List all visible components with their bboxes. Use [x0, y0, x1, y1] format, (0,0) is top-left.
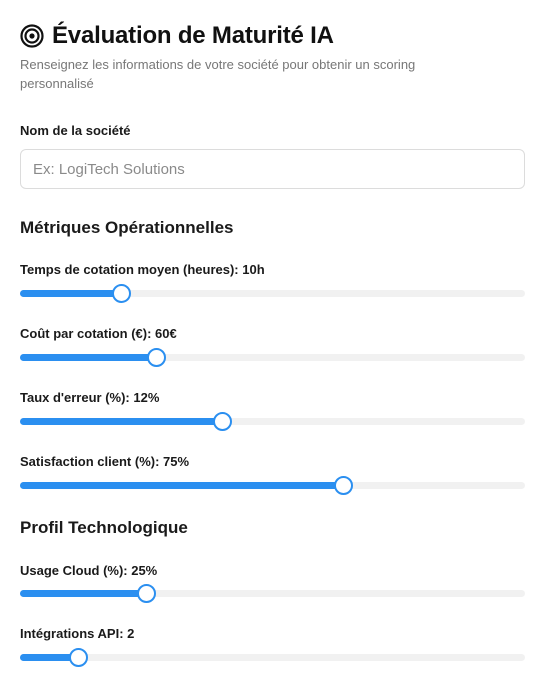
- slider-label-error-rate: Taux d'erreur (%): 12%: [20, 390, 160, 405]
- slider-thumb[interactable]: [333, 476, 353, 495]
- slider-fill: [20, 290, 121, 297]
- target-icon: [20, 24, 44, 48]
- slider-thumb[interactable]: [212, 412, 232, 431]
- page-subtitle: Renseignez les informations de votre soc…: [20, 57, 416, 91]
- section-title-tech: Profil Technologique: [20, 518, 188, 537]
- slider-fill: [20, 418, 222, 425]
- company-name-input[interactable]: [20, 149, 525, 189]
- slider-thumb[interactable]: [111, 284, 131, 303]
- api-integrations-slider[interactable]: [20, 646, 525, 668]
- slider-fill: [20, 354, 157, 361]
- page-title: Évaluation de Maturité IA: [52, 22, 334, 49]
- slider-fill: [20, 482, 344, 489]
- company-name-label: Nom de la société: [20, 123, 131, 138]
- cloud-usage-slider[interactable]: [20, 582, 525, 604]
- slider-label-api-integrations: Intégrations API: 2: [20, 626, 135, 641]
- slider-label-satisfaction: Satisfaction client (%): 75%: [20, 454, 190, 469]
- slider-fill: [20, 590, 147, 597]
- slider-thumb[interactable]: [136, 584, 156, 603]
- slider-label-cloud-usage: Usage Cloud (%): 25%: [20, 563, 158, 578]
- page-header: Évaluation de Maturité IA: [20, 22, 334, 50]
- slider-label-quote-cost: Coût par cotation (€): 60€: [20, 326, 177, 341]
- slider-track: [20, 654, 525, 661]
- slider-thumb[interactable]: [68, 648, 88, 667]
- error-rate-slider[interactable]: [20, 410, 525, 432]
- slider-label-quote-time: Temps de cotation moyen (heures): 10h: [20, 262, 265, 277]
- slider-thumb[interactable]: [146, 348, 166, 367]
- section-title-operational: Métriques Opérationnelles: [20, 218, 234, 237]
- quote-time-slider[interactable]: [20, 282, 525, 304]
- customer-satisfaction-slider[interactable]: [20, 474, 525, 496]
- quote-cost-slider[interactable]: [20, 346, 525, 368]
